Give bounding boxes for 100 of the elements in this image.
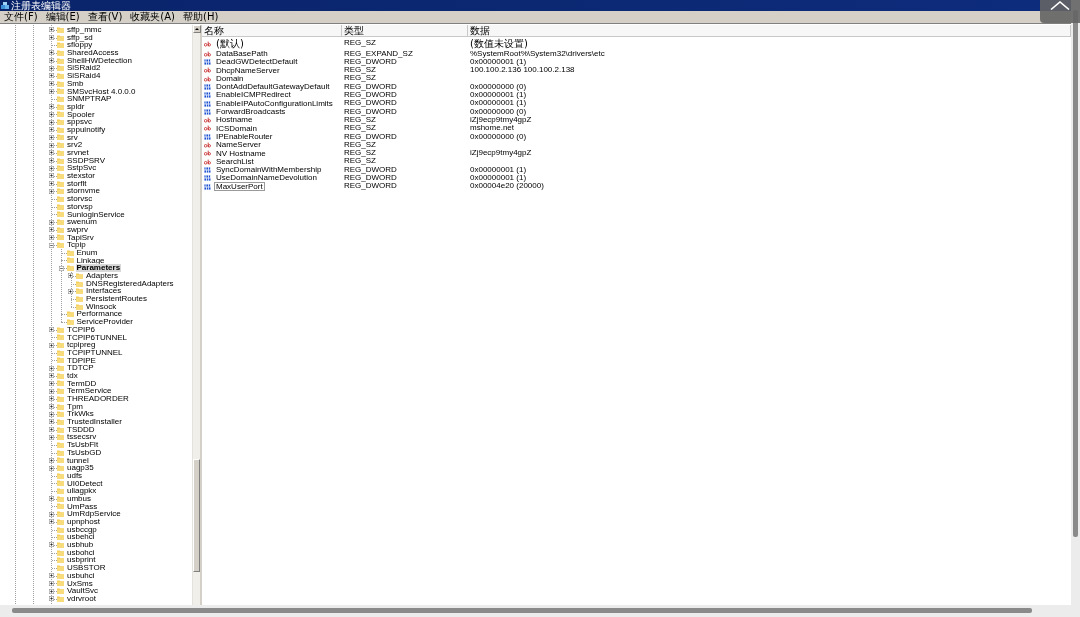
column-header[interactable]: 数据 xyxy=(468,25,1071,36)
scroll-up-button[interactable] xyxy=(193,25,201,33)
tree-item[interactable]: tcpipreg xyxy=(66,341,97,349)
expand-icon[interactable] xyxy=(49,419,54,425)
expand-icon[interactable] xyxy=(49,373,54,379)
tree-item[interactable]: usbhub xyxy=(66,541,95,549)
tree-item[interactable]: TrkWks xyxy=(66,410,95,419)
expand-icon[interactable] xyxy=(49,588,54,594)
tree-item[interactable]: uagp35 xyxy=(66,464,95,472)
tree-item[interactable]: Parameters xyxy=(75,264,122,272)
tree-item[interactable]: srv xyxy=(66,133,79,142)
tree-item[interactable]: Adapters xyxy=(85,272,120,280)
tree-item[interactable]: UI0Detect xyxy=(66,479,104,488)
value-name[interactable]: NameServer xyxy=(214,140,263,150)
expand-icon[interactable] xyxy=(49,158,54,164)
tree-item[interactable]: spldr xyxy=(66,102,86,111)
expand-icon[interactable] xyxy=(49,234,54,240)
tree-item[interactable]: USBSTOR xyxy=(66,564,107,572)
tree-item[interactable]: Interfaces xyxy=(85,287,123,296)
expand-icon[interactable] xyxy=(49,573,54,579)
expand-icon[interactable] xyxy=(49,396,54,402)
tree-item[interactable]: udfs xyxy=(66,471,84,480)
tree-item[interactable]: sffp_mmc xyxy=(66,26,103,34)
expand-icon[interactable] xyxy=(49,434,54,440)
value-name[interactable]: EnableIPAutoConfigurationLimits xyxy=(214,98,335,109)
expand-icon[interactable] xyxy=(49,58,54,64)
tree-item[interactable]: SMSvcHost 4.0.0.0 xyxy=(66,87,137,96)
tree-item[interactable]: TCPIPTUNNEL xyxy=(66,348,124,357)
tree-item[interactable]: usbuhci xyxy=(66,571,96,580)
tree-item[interactable]: TCPIP6 xyxy=(66,325,96,334)
tree-item[interactable]: ServiceProvider xyxy=(75,318,134,326)
expand-icon[interactable] xyxy=(49,142,54,148)
scrollbar-thumb[interactable] xyxy=(193,459,200,572)
expand-icon[interactable] xyxy=(49,380,54,386)
tree-item[interactable]: uliagpkx xyxy=(66,487,98,495)
expand-icon[interactable] xyxy=(49,342,54,348)
value-name[interactable]: NV Hostname xyxy=(214,148,268,159)
tree-item[interactable]: TSDDD xyxy=(66,425,96,434)
tree-item[interactable]: SiSRaid2 xyxy=(66,64,102,73)
expand-icon[interactable] xyxy=(49,227,54,233)
tree-item[interactable]: Smb xyxy=(66,79,85,88)
menu-item[interactable]: 查看(V) xyxy=(83,11,127,23)
tree-item[interactable]: usbprint xyxy=(66,556,97,565)
tree-item[interactable]: tssecsrv xyxy=(66,433,98,442)
menu-item[interactable]: 帮助(H) xyxy=(179,11,223,23)
tree-item[interactable]: swprv xyxy=(66,225,89,234)
tree-item[interactable]: SharedAccess xyxy=(66,49,120,57)
expand-icon[interactable] xyxy=(49,73,54,79)
expand-icon[interactable] xyxy=(68,273,73,279)
tree-item[interactable]: usbccgp xyxy=(66,525,98,534)
tree-item[interactable]: TapiSrv xyxy=(66,233,95,242)
tree-item[interactable]: Performance xyxy=(75,310,124,319)
expand-icon[interactable] xyxy=(49,134,54,140)
tree-item[interactable]: tdx xyxy=(66,371,79,380)
expand-icon[interactable] xyxy=(49,411,54,417)
tree-item[interactable]: stexstor xyxy=(66,172,96,180)
tree-item[interactable]: Enum xyxy=(75,248,99,257)
tree-item[interactable]: DNSRegisteredAdapters xyxy=(85,279,175,288)
tree-item[interactable]: Tcpip xyxy=(66,241,87,249)
menu-item[interactable]: 收藏夹(A) xyxy=(126,11,179,23)
tree-item[interactable]: SNMPTRAP xyxy=(66,95,113,103)
collapse-icon[interactable] xyxy=(58,265,64,271)
tree-item[interactable]: upnphost xyxy=(66,518,101,526)
expand-icon[interactable] xyxy=(49,457,54,463)
tree-item[interactable]: srv2 xyxy=(66,141,84,149)
expand-icon[interactable] xyxy=(49,35,54,41)
value-name[interactable]: DhcpNameServer xyxy=(214,65,282,76)
value-name[interactable]: DeadGWDetectDefault xyxy=(214,57,300,67)
tree-item[interactable]: UxSms xyxy=(66,579,94,588)
expand-icon[interactable] xyxy=(49,427,54,433)
tree-item[interactable]: sppsvc xyxy=(66,118,93,126)
tree-item[interactable]: tunnel xyxy=(66,456,90,465)
tree-item[interactable]: vdrvroot xyxy=(66,594,97,603)
expand-icon[interactable] xyxy=(49,181,54,187)
value-name[interactable]: ICSDomain xyxy=(214,123,259,134)
expand-icon[interactable] xyxy=(49,511,54,517)
tree-item[interactable]: TDPIPE xyxy=(66,356,97,365)
tree-scrollbar[interactable] xyxy=(192,25,200,605)
tree-item[interactable]: storflt xyxy=(66,179,88,188)
value-name[interactable]: DataBasePath xyxy=(214,49,270,59)
tree-item[interactable]: TsUsbGD xyxy=(66,448,103,457)
expand-icon[interactable] xyxy=(49,150,54,156)
tree-item[interactable]: usbohci xyxy=(66,548,96,557)
value-name[interactable]: EnableICMPRedirect xyxy=(214,90,293,100)
tree-item[interactable]: TDTCP xyxy=(66,364,95,372)
expand-icon[interactable] xyxy=(49,173,54,179)
tree-item[interactable]: TrustedInstaller xyxy=(66,418,123,426)
expand-icon[interactable] xyxy=(49,388,54,394)
tree-item[interactable]: UmPass xyxy=(66,502,99,511)
tree-item[interactable]: SstpSvc xyxy=(66,164,98,173)
expand-icon[interactable] xyxy=(49,580,54,586)
expand-icon[interactable] xyxy=(49,127,54,133)
expand-icon[interactable] xyxy=(49,219,54,225)
tree-item[interactable]: Winsock xyxy=(85,302,118,311)
expand-icon[interactable] xyxy=(49,542,54,548)
menu-item[interactable]: 编辑(E) xyxy=(41,11,84,23)
expand-icon[interactable] xyxy=(49,50,54,56)
tree-item[interactable]: stornvme xyxy=(66,187,101,196)
expand-icon[interactable] xyxy=(49,104,54,110)
value-name[interactable]: DontAddDefaultGatewayDefault xyxy=(214,82,332,92)
